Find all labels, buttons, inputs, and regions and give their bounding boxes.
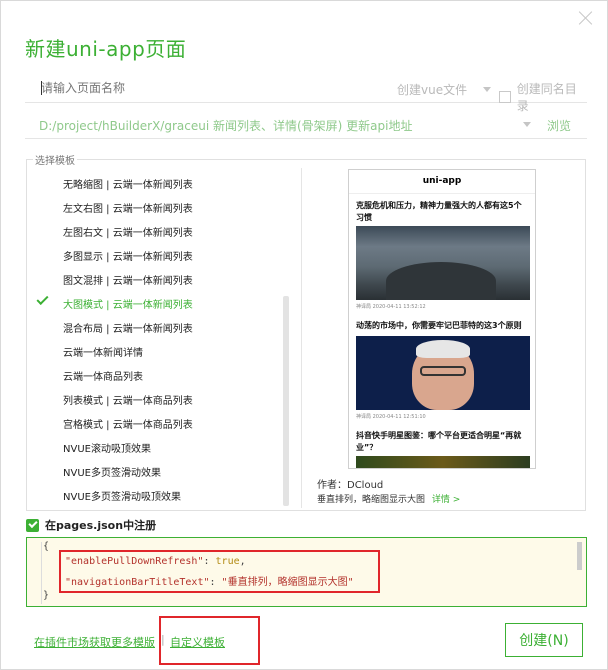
template-item[interactable]: NVUE多页签滑动吸顶效果 (63, 488, 181, 503)
template-item[interactable]: 列表模式 | 云端一体商品列表 (63, 392, 193, 407)
close-icon[interactable] (577, 9, 595, 27)
template-list-scrollbar[interactable] (283, 296, 289, 506)
preview-news-title: 抖音快手明星图鉴：哪个平台更适合明星“再就业”？ (356, 431, 522, 452)
template-detail-link[interactable]: 详情 > (432, 495, 460, 505)
create-button[interactable]: 创建(N) (505, 623, 583, 657)
highlight-box (59, 550, 380, 593)
new-page-dialog: 新建uni-app页面 创建vue文件 创建同名目录 D:/project/hB… (0, 0, 608, 670)
preview-news-image (356, 336, 530, 410)
editor-gutter (41, 542, 42, 604)
template-item[interactable]: 左图右文 | 云端一体新闻列表 (63, 224, 193, 239)
template-item[interactable]: 云端一体新闻详情 (63, 344, 143, 359)
template-item[interactable]: NVUE滚动吸顶效果 (63, 440, 151, 455)
template-description: 垂直排列，略缩图显示大图 详情 > (317, 492, 460, 505)
same-dir-checkbox[interactable]: 创建同名目录 (499, 80, 587, 114)
file-type-value: 创建vue文件 (397, 83, 468, 97)
template-item[interactable]: 左文右图 | 云端一体新闻列表 (63, 200, 193, 215)
register-label: 在pages.json中注册 (45, 519, 157, 532)
template-item[interactable]: 多图显示 | 云端一体新闻列表 (63, 248, 193, 263)
same-dir-label: 创建同名目录 (516, 82, 577, 113)
template-item[interactable]: 宫格模式 | 云端一体商品列表 (63, 416, 193, 431)
chevron-down-icon (483, 87, 492, 92)
checkmark-icon (36, 292, 49, 306)
page-name-input[interactable] (41, 77, 361, 99)
template-group: 选择模板 无略缩图 | 云端一体新闻列表 左文右图 | 云端一体新闻列表 左图右… (26, 152, 586, 511)
project-path[interactable]: D:/project/hBuilderX/graceui 新闻列表、详情(骨架屏… (39, 117, 412, 134)
footer-separator: | (161, 633, 165, 646)
template-preview: uni-app 克服危机和压力，精神力量强大的人都有这5个习惯 神译局 2020… (348, 169, 536, 469)
template-description-text: 垂直排列，略缩图显示大图 (317, 495, 426, 505)
path-dropdown-icon[interactable] (523, 122, 531, 127)
checkbox-checked-icon[interactable] (26, 518, 39, 532)
template-group-label: 选择模板 (33, 152, 77, 167)
editor-scrollbar[interactable] (577, 542, 582, 570)
plugin-market-link[interactable]: 在插件市场获取更多模版 (34, 634, 155, 650)
template-author: 作者：DCloud (317, 480, 384, 491)
preview-news-title: 动荡的市场中，你需要牢记巴菲特的这3个原则 (356, 321, 522, 330)
template-list: 无略缩图 | 云端一体新闻列表 左文右图 | 云端一体新闻列表 左图右文 | 云… (27, 168, 297, 510)
preview-news-image (356, 456, 530, 468)
register-pages-json-checkbox[interactable]: 在pages.json中注册 (26, 517, 156, 533)
file-type-select[interactable]: 创建vue文件 (397, 81, 492, 98)
path-row: D:/project/hBuilderX/graceui 新闻列表、详情(骨架屏… (25, 111, 587, 139)
custom-template-link[interactable]: 自定义模板 (170, 634, 225, 650)
template-item[interactable]: 混合布局 | 云端一体新闻列表 (63, 320, 193, 335)
divider (301, 168, 302, 508)
template-item[interactable]: 图文混排 | 云端一体新闻列表 (63, 272, 193, 287)
template-item[interactable]: NVUE多页签滑动效果 (63, 464, 161, 479)
checkbox-box[interactable] (499, 91, 511, 103)
preview-news-meta: 神译局 2020-04-11 12:51:10 (356, 414, 426, 420)
browse-button[interactable]: 浏览 (547, 117, 571, 134)
code-line: { (43, 541, 50, 552)
template-item-selected[interactable]: 大图模式 | 云端一体新闻列表 (63, 296, 193, 311)
preview-news-title: 克服危机和压力，精神力量强大的人都有这5个习惯 (356, 201, 522, 222)
dialog-title: 新建uni-app页面 (25, 37, 187, 61)
preview-news-meta: 神译局 2020-04-11 13:52:12 (356, 304, 426, 310)
text-caret (41, 81, 42, 95)
code-line: } (43, 590, 50, 601)
template-item[interactable]: 无略缩图 | 云端一体新闻列表 (63, 176, 193, 191)
template-item[interactable]: 云端一体商品列表 (63, 368, 143, 383)
preview-header: uni-app (349, 170, 535, 194)
preview-news-image (356, 226, 530, 300)
page-name-row: 创建vue文件 创建同名目录 (25, 75, 587, 113)
